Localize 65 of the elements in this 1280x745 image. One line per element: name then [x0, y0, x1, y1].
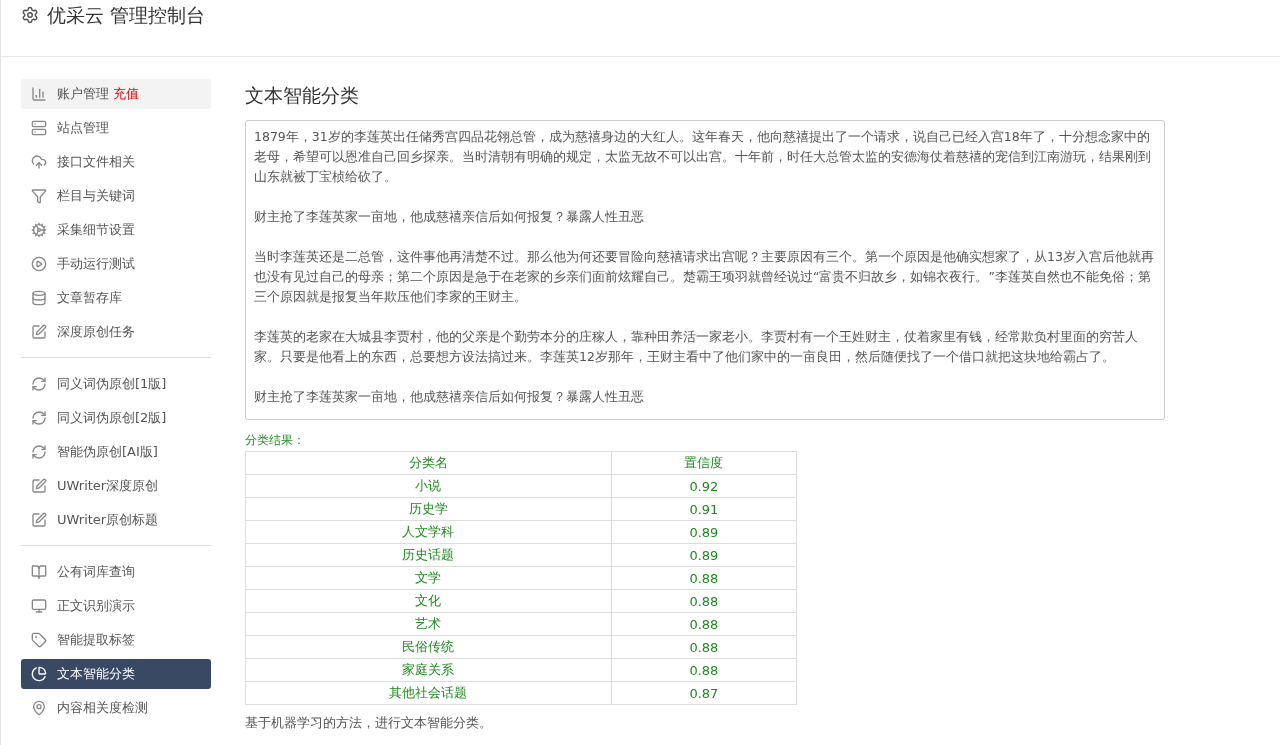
description-text: 基于机器学习的方法，进行文本智能分类。: [245, 715, 493, 732]
sidebar-item[interactable]: 账户管理 充值: [21, 79, 211, 109]
book-icon: [31, 564, 47, 580]
sidebar-item[interactable]: 同义词伪原创[1版]: [21, 369, 211, 399]
funnel-icon: [31, 188, 47, 204]
server-icon: [31, 120, 47, 136]
table-cell: 小说: [245, 474, 612, 498]
sidebar-item[interactable]: 文本智能分类: [21, 659, 211, 689]
table-cell: 0.88: [611, 589, 797, 613]
column-header: 置信度: [611, 451, 797, 475]
edit-icon: [31, 324, 47, 340]
sidebar-item[interactable]: 同义词伪原创[2版]: [21, 403, 211, 433]
monitor-icon: [31, 598, 47, 614]
refresh-icon: [31, 444, 47, 460]
gears-icon: [31, 222, 47, 238]
sidebar-item[interactable]: 公有词库查询: [21, 557, 211, 587]
result-label: 分类结果：: [245, 432, 306, 449]
sidebar-item[interactable]: 采集细节设置: [21, 215, 211, 245]
app-title: 优采云 管理控制台: [47, 3, 206, 28]
table-cell: 文化: [245, 589, 612, 613]
table-cell: 0.88: [611, 566, 797, 590]
database-icon: [31, 290, 47, 306]
tag-icon: [31, 632, 47, 648]
sidebar-item[interactable]: 智能提取标签: [21, 625, 211, 655]
sidebar-item[interactable]: 智能伪原创[AI版]: [21, 437, 211, 467]
table-cell: 艺术: [245, 612, 612, 636]
table-cell: 0.88: [611, 612, 797, 636]
table-cell: 家庭关系: [245, 658, 612, 682]
page-title: 文本智能分类: [245, 83, 360, 108]
article-field[interactable]: 1879年，31岁的李莲英出任储秀宫四品花翎总管，成为慈禧身边的大红人。这年春天，他向慈禧提出了一个请求，说自己已经入宫18年了，十分想念家中的老母，希望可以恩准自己回乡探亲。当时清朝有明确的规定，太监无故不可以出宫。十年前，时任大总管太监的安德海仗着慈禧的宠信到江南游玩，结果刚到山东就被丁宝桢给砍了。 财主抢了李莲英家一亩地，他成慈禧亲信后如何报复？暴露人性丑恶 当时李莲英还是二总管，这件事他再清楚不过。那么他为何还要冒险向慈禧请求出宫呢？主要原因有三个。第一个原因是他确实想家了，从13岁入宫后他就再也没有见过自己的母亲；第二个原因是急于在老家的乡亲们面前炫耀自己。楚霸王项羽就曾经说过“富贵不归故乡，如锦衣夜行。”李莲英自然也不能免俗；第三个原因就是报复当年欺压他们李家的王财主。 李莲英的老家在大城县李贾村，他的父亲是个勤劳本分的庄稼人，靠种田养活一家老小。李贾村有一个王姓财主，仗着家里有钱，经常欺负村里面的穷苦人家。只要是他看上的东西，总要想方设法搞过来。李莲英12岁那年，王财主看中了他们家中的一亩良田，然后随便找了一个借口就把这块地给霸占了。 财主抢了李莲英家一亩地，他成慈禧亲信后如何报复？暴露人性丑恶: [245, 120, 1165, 420]
settings-icon: [21, 6, 39, 24]
sidebar-item[interactable]: 文章暂存库: [21, 283, 211, 313]
table-cell: 0.92: [611, 474, 797, 498]
table-cell: 0.89: [611, 520, 797, 544]
pin-icon: [31, 700, 47, 716]
edit-icon: [31, 512, 47, 528]
table-cell: 其他社会话题: [245, 681, 612, 705]
pie-chart-icon: [31, 666, 47, 682]
table-cell: 0.89: [611, 543, 797, 567]
sidebar-item[interactable]: 深度原创任务: [21, 317, 211, 347]
table-cell: 历史话题: [245, 543, 612, 567]
table-cell: 历史学: [245, 497, 612, 521]
sidebar-item[interactable]: 栏目与关键词: [21, 181, 211, 211]
edit-icon: [31, 478, 47, 494]
table-cell: 文学: [245, 566, 612, 590]
play-icon: [31, 256, 47, 272]
table-cell: 0.88: [611, 635, 797, 659]
column-header: 分类名: [245, 451, 612, 475]
table-cell: 0.91: [611, 497, 797, 521]
sidebar-item[interactable]: 正文识别演示: [21, 591, 211, 621]
sidebar-item[interactable]: UWriter原创标题: [21, 505, 211, 535]
sidebar-item[interactable]: 站点管理: [21, 113, 211, 143]
sidebar-item[interactable]: UWriter深度原创: [21, 471, 211, 501]
recharge-link[interactable]: 充值: [113, 85, 139, 103]
sidebar-item[interactable]: 内容相关度检测: [21, 693, 211, 723]
refresh-icon: [31, 410, 47, 426]
table-cell: 人文学科: [245, 520, 612, 544]
table-cell: 0.87: [611, 681, 797, 705]
bar-chart-icon: [31, 86, 47, 102]
table-cell: 0.88: [611, 658, 797, 682]
sidebar-item[interactable]: 手动运行测试: [21, 249, 211, 279]
sidebar-item[interactable]: 接口文件相关: [21, 147, 211, 177]
table-cell: 民俗传统: [245, 635, 612, 659]
cloud-upload-icon: [31, 154, 47, 170]
refresh-icon: [31, 376, 47, 392]
